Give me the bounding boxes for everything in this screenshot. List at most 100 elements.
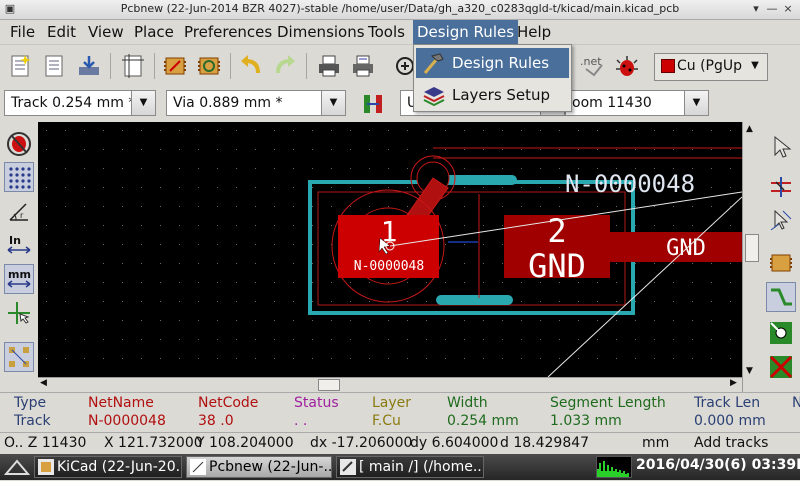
msg-value-status: . . [294, 413, 308, 429]
menu-view[interactable]: View [84, 20, 128, 44]
msg-value-netcode: 38 .0 [198, 413, 234, 429]
auto-track-width-icon[interactable] [358, 89, 388, 119]
scroll-up-icon[interactable]: ▲ [746, 124, 753, 134]
menu-dimensions[interactable]: Dimensions [273, 20, 369, 44]
msg-value-netname: N-0000048 [88, 413, 166, 429]
add-via-icon[interactable] [766, 318, 796, 348]
module-viewer-icon[interactable] [194, 51, 224, 81]
menu-tools[interactable]: Tools [364, 20, 409, 44]
cursor-shape-icon[interactable] [4, 298, 34, 328]
layer-color-swatch [661, 59, 675, 73]
menu-item-design-rules[interactable]: Design Rules [416, 48, 569, 78]
scroll-right-icon[interactable]: ▶ [730, 378, 737, 388]
polar-coords-icon[interactable]: r [4, 196, 34, 226]
undo-icon[interactable] [236, 51, 266, 81]
msg-value-track-len: 0.000 mm [694, 413, 766, 429]
msg-header-type: Type [14, 395, 47, 411]
task-kicad[interactable]: KiCad (22-Jun-20... [34, 456, 182, 478]
layers-icon [423, 87, 445, 106]
status-zoom: O.. Z 11430 [4, 435, 87, 451]
layer-select[interactable]: Cu (PgUp) ▼ [654, 53, 768, 81]
msg-header-status: Status [294, 395, 339, 411]
window-close-icon[interactable]: × [782, 3, 794, 15]
vertical-scrollbar[interactable]: ▲ ▼ [742, 122, 762, 392]
status-dx: dx -17.206000 [310, 435, 413, 451]
menu-help[interactable]: Help [513, 20, 555, 44]
select-arrow-icon[interactable] [766, 132, 796, 162]
print-icon[interactable] [314, 51, 344, 81]
pcb-canvas[interactable]: 1 N-0000048 2 GND GND N-0000048 [38, 122, 742, 377]
window-minimize-icon[interactable]: — [766, 3, 778, 15]
msg-header-layer: Layer [372, 395, 412, 411]
chevron-down-icon: ▼ [321, 91, 345, 115]
units-mm-icon[interactable]: mm [4, 264, 34, 294]
msg-value-layer: F.Cu [372, 413, 401, 429]
scroll-down-icon[interactable]: ▼ [746, 366, 753, 376]
msg-header-segment-length: Segment Length [550, 395, 666, 411]
track-width-select[interactable]: Track 0.254 mm * ▼ [4, 90, 156, 116]
status-units: mm [642, 435, 670, 451]
window-title: Pcbnew (22-Jun-2014 BZR 4027)-stable /ho… [120, 2, 680, 15]
netlist-label: .net [580, 55, 602, 68]
main-toolbar: .net Cu (PgUp) ▼ [0, 44, 800, 86]
menubar: File Edit View Place Preferences Dimensi… [0, 20, 800, 44]
task-pcbnew[interactable]: Pcbnew (22-Jun-... [186, 456, 332, 478]
menu-item-layers-setup[interactable]: Layers Setup [416, 80, 569, 110]
status-x: X 121.732000 [104, 435, 203, 451]
toolbar-separator [306, 53, 307, 79]
menu-item-design-rules-label: Design Rules [452, 54, 550, 72]
add-module-icon[interactable] [766, 248, 796, 278]
show-ratsnest-icon[interactable] [4, 342, 34, 372]
units-inch-icon[interactable]: In [4, 230, 34, 260]
right-toolbar [762, 122, 800, 392]
menu-preferences[interactable]: Preferences [180, 20, 276, 44]
menu-design-rules[interactable]: Design Rules [413, 20, 519, 44]
local-ratsnest-icon[interactable] [766, 206, 796, 236]
task-terminal[interactable]: [ main /] (/home... [336, 456, 484, 478]
via-size-select[interactable]: Via 0.889 mm * ▼ [166, 90, 346, 116]
task-kicad-label: KiCad (22-Jun-20... [57, 459, 182, 475]
msg-value-type: Track [14, 413, 51, 429]
highlight-net-icon[interactable] [766, 172, 796, 202]
terminal-app-icon [340, 459, 356, 475]
menu-file[interactable]: File [6, 20, 39, 44]
hammer-icon [423, 53, 444, 74]
add-zone-icon[interactable] [766, 352, 796, 382]
plot-icon[interactable] [348, 51, 378, 81]
open-board-icon[interactable] [40, 51, 70, 81]
save-board-icon[interactable] [74, 51, 104, 81]
drc-off-icon[interactable] [4, 128, 34, 158]
chevron-down-icon: ▼ [743, 54, 767, 78]
vertical-scroll-thumb[interactable] [745, 234, 759, 262]
msg-header-track-len: Track Len [694, 395, 761, 411]
redo-icon[interactable] [270, 51, 300, 81]
zoom-select-value: oom 11430 [572, 95, 652, 111]
chevron-down-icon: ▼ [131, 91, 155, 115]
grid-toggle-icon[interactable] [4, 162, 34, 192]
start-menu-icon[interactable] [3, 458, 31, 476]
track-width-value: Track 0.254 mm * [11, 95, 136, 111]
add-tracks-icon[interactable] [766, 282, 796, 312]
menu-edit[interactable]: Edit [43, 20, 80, 44]
msg-value-segment-length: 1.033 mm [550, 413, 622, 429]
library-editor-icon[interactable] [160, 51, 190, 81]
window-titlebar: ▣ Pcbnew (22-Jun-2014 BZR 4027)-stable /… [0, 0, 800, 20]
drc-bug-icon[interactable] [612, 51, 642, 81]
new-board-icon[interactable] [6, 51, 36, 81]
pcb-drawing[interactable]: 1 N-0000048 2 GND GND N-0000048 [38, 122, 742, 377]
left-toolbar: r In mm [0, 122, 38, 392]
menu-place[interactable]: Place [130, 20, 178, 44]
menu-item-layers-setup-label: Layers Setup [452, 86, 551, 104]
page-settings-icon[interactable] [118, 51, 148, 81]
msg-header-truncated: N [792, 395, 800, 411]
zoom-select[interactable]: oom 11430 ▼ [565, 90, 709, 116]
scroll-left-icon[interactable]: ◀ [40, 378, 47, 388]
window-shade-icon[interactable]: ▾ [750, 3, 762, 15]
task-terminal-label: [ main /] (/home... [359, 459, 484, 475]
horizontal-scroll-thumb[interactable] [318, 379, 340, 391]
taskbar-clock[interactable]: 2016/04/30(6) 03:39PM [636, 457, 800, 473]
horizontal-scrollbar[interactable]: ◀ ▶ [38, 377, 742, 392]
layer-select-label: Cu (PgUp) [677, 58, 748, 74]
netlist-icon[interactable]: .net [578, 51, 608, 81]
pad-2-number: 2 [547, 212, 566, 250]
